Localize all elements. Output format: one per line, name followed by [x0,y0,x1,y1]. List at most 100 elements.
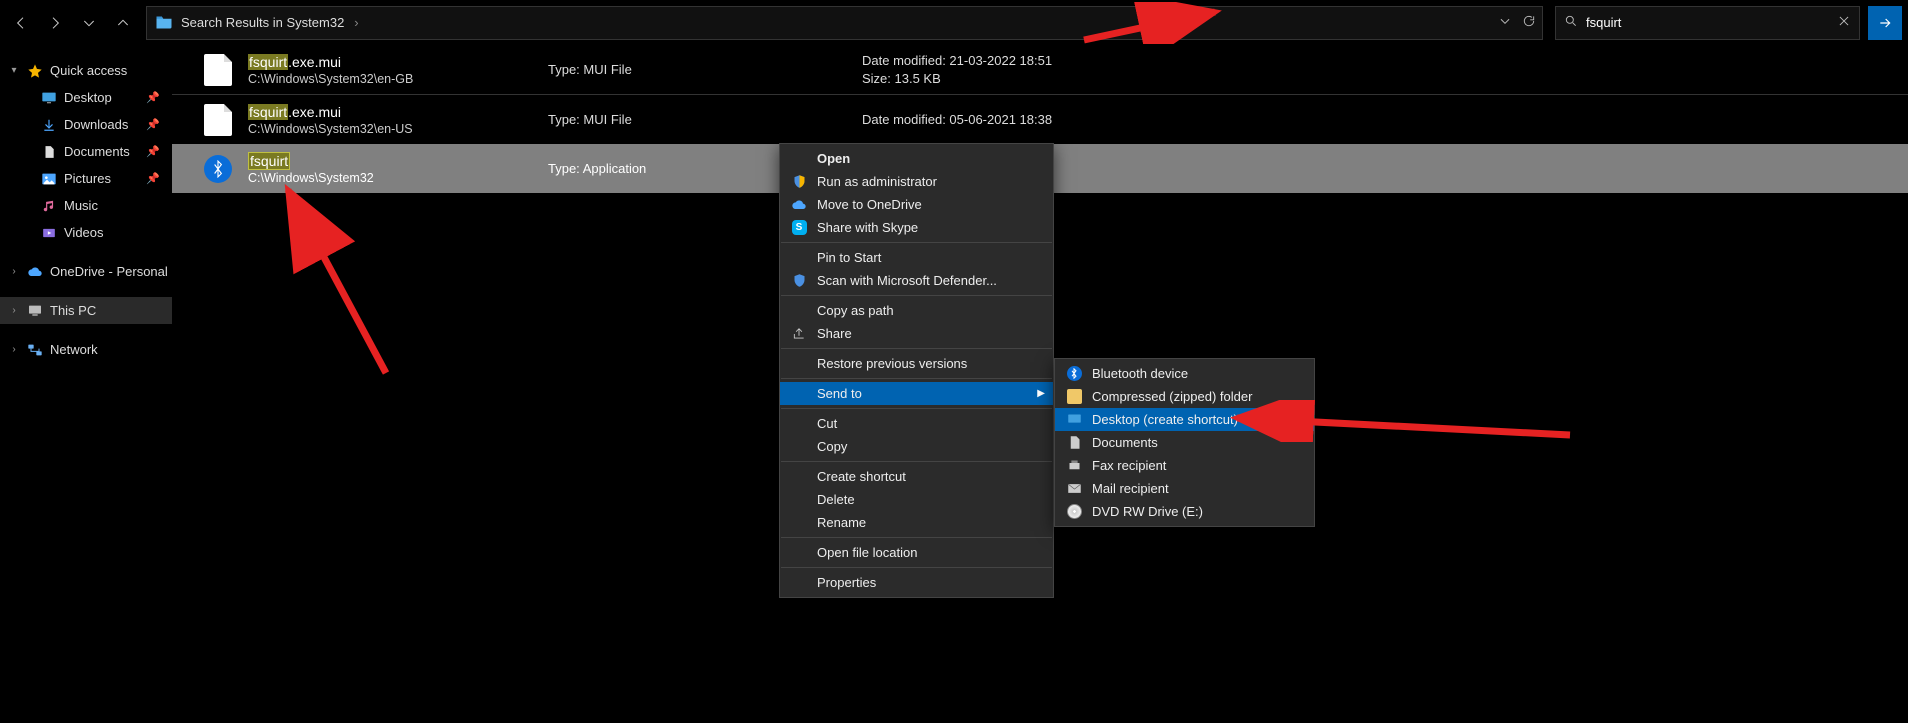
chevron-right-icon[interactable]: › [8,266,20,277]
recent-locations-button[interactable] [74,8,104,38]
sendto-bluetooth[interactable]: Bluetooth device [1055,362,1314,385]
download-icon [40,116,58,134]
sendto-dvd[interactable]: DVD RW Drive (E:) [1055,500,1314,523]
share-icon [790,327,808,341]
sidebar-label: Network [50,342,98,357]
chevron-right-icon[interactable]: › [354,15,358,30]
sidebar-item-music[interactable]: Music [0,192,172,219]
search-input[interactable] [1586,15,1829,30]
result-filename: fsquirt.exe.mui [248,54,548,70]
address-bar[interactable]: Search Results in System32 › [146,6,1543,40]
sidebar-label: Pictures [64,171,111,186]
documents-icon [40,143,58,161]
search-icon [1564,14,1578,31]
mail-icon [1065,481,1083,496]
pin-icon: 📌 [146,172,160,185]
result-item[interactable]: fsquirt.exe.mui C:\Windows\System32\en-G… [172,45,1908,94]
sendto-fax[interactable]: Fax recipient [1055,454,1314,477]
result-meta: Date modified: 21-03-2022 18:51 Size: 13… [862,52,1052,88]
pc-icon [26,302,44,320]
sidebar-item-documents[interactable]: Documents 📌 [0,138,172,165]
sidebar-item-pictures[interactable]: Pictures 📌 [0,165,172,192]
pin-icon: 📌 [146,118,160,131]
ctx-copy[interactable]: Copy [780,435,1053,458]
back-button[interactable] [6,8,36,38]
ctx-rename[interactable]: Rename [780,511,1053,534]
ctx-run-as-admin[interactable]: Run as administrator [780,170,1053,193]
ctx-share-skype[interactable]: SShare with Skype [780,216,1053,239]
pin-icon: 📌 [146,91,160,104]
clear-search-icon[interactable] [1837,14,1851,31]
chevron-right-icon[interactable]: › [8,344,20,355]
ctx-copy-as-path[interactable]: Copy as path [780,299,1053,322]
star-icon [26,62,44,80]
ctx-pin-to-start[interactable]: Pin to Start [780,246,1053,269]
chevron-down-icon[interactable]: ▾ [8,65,20,76]
sidebar-label: Downloads [64,117,128,132]
sidebar-item-downloads[interactable]: Downloads 📌 [0,111,172,138]
ctx-restore-versions[interactable]: Restore previous versions [780,352,1053,375]
skype-icon: S [790,220,808,235]
result-type: Type: MUI File [548,112,848,127]
ctx-open[interactable]: Open [780,147,1053,170]
sidebar-item-this-pc[interactable]: › This PC [0,297,172,324]
dropdown-icon[interactable] [1498,14,1512,31]
sendto-submenu: Bluetooth device Compressed (zipped) fol… [1054,358,1315,527]
sendto-documents[interactable]: Documents [1055,431,1314,454]
dvd-icon [1065,504,1083,519]
network-icon [26,341,44,359]
search-go-button[interactable] [1868,6,1902,40]
sidebar-item-videos[interactable]: Videos [0,219,172,246]
context-menu: Open Run as administrator Move to OneDri… [779,143,1054,598]
navigation-toolbar: Search Results in System32 › [0,0,1908,45]
search-box[interactable] [1555,6,1860,40]
ctx-properties[interactable]: Properties [780,571,1053,594]
ctx-scan-defender[interactable]: Scan with Microsoft Defender... [780,269,1053,292]
ctx-cut[interactable]: Cut [780,412,1053,435]
sendto-mail[interactable]: Mail recipient [1055,477,1314,500]
chevron-right-icon[interactable]: › [8,305,20,316]
sidebar-label: Desktop [64,90,112,105]
forward-button[interactable] [40,8,70,38]
sidebar-label: Quick access [50,63,127,78]
sidebar-item-desktop[interactable]: Desktop 📌 [0,84,172,111]
ctx-create-shortcut[interactable]: Create shortcut [780,465,1053,488]
up-button[interactable] [108,8,138,38]
ctx-share[interactable]: Share [780,322,1053,345]
result-meta: Date modified: 05-06-2021 18:38 [862,111,1052,129]
result-type: Type: MUI File [548,62,848,77]
onedrive-icon [26,263,44,281]
sidebar-item-onedrive[interactable]: › OneDrive - Personal [0,258,172,285]
zip-icon [1065,389,1083,404]
result-item[interactable]: fsquirt.exe.mui C:\Windows\System32\en-U… [172,95,1908,144]
sendto-desktop[interactable]: Desktop (create shortcut) [1055,408,1314,431]
refresh-icon[interactable] [1522,14,1536,31]
pin-icon: 📌 [146,145,160,158]
ctx-move-to-onedrive[interactable]: Move to OneDrive [780,193,1053,216]
videos-icon [40,224,58,242]
onedrive-icon [790,199,808,211]
shield-icon [790,174,808,189]
navigation-pane: ▾ Quick access Desktop 📌 Downloads 📌 Doc… [0,45,172,723]
result-path: C:\Windows\System32 [248,171,548,185]
ctx-delete[interactable]: Delete [780,488,1053,511]
sidebar-item-quick-access[interactable]: ▾ Quick access [0,57,172,84]
sidebar-item-network[interactable]: › Network [0,336,172,363]
file-icon [202,54,234,86]
desktop-icon [40,89,58,107]
result-filename: fsquirt [248,153,548,169]
ctx-open-location[interactable]: Open file location [780,541,1053,564]
ctx-send-to[interactable]: Send to▶ [780,382,1053,405]
result-filename: fsquirt.exe.mui [248,104,548,120]
sendto-compressed[interactable]: Compressed (zipped) folder [1055,385,1314,408]
pictures-icon [40,170,58,188]
desktop-icon [1065,413,1083,426]
bluetooth-icon [202,153,234,185]
shield-icon [790,273,808,288]
result-path: C:\Windows\System32\en-US [248,122,548,136]
file-icon [202,104,234,136]
submenu-arrow-icon: ▶ [1037,388,1045,399]
documents-icon [1065,435,1083,450]
breadcrumb-text[interactable]: Search Results in System32 [181,15,344,30]
sidebar-label: Music [64,198,98,213]
